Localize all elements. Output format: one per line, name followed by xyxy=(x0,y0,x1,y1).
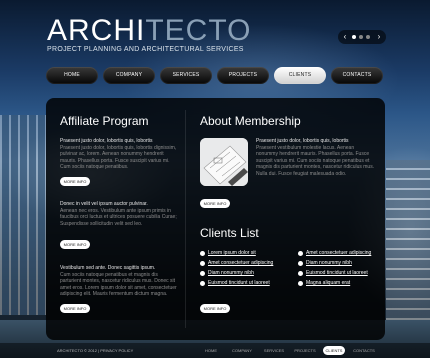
footer-nav-contacts[interactable]: CONTACTS xyxy=(350,346,378,355)
client-link[interactable]: Magna aliquam erat xyxy=(306,280,350,287)
affiliate-block-1: Praesent justo dolor, lobortis quis, lob… xyxy=(60,138,178,171)
affiliate-block-2: Donec in velit vel ipsum auctor pulvinar… xyxy=(60,201,178,227)
bullet-icon xyxy=(200,261,205,266)
client-link[interactable]: Euismod tincidunt ut laoreet xyxy=(306,270,368,277)
nav-item-clients[interactable]: CLIENTS xyxy=(274,67,326,84)
column-divider xyxy=(185,110,186,328)
bullet-icon xyxy=(200,251,205,256)
affiliate-title: Affiliate Program xyxy=(60,114,149,128)
slider-next-arrow-icon[interactable]: › xyxy=(374,30,384,44)
blueprint-thumbnail xyxy=(200,138,248,186)
nav-item-company[interactable]: COMPANY xyxy=(103,67,155,84)
footer-nav-company[interactable]: COMPANY xyxy=(228,346,256,355)
logo-part1: ARCHI xyxy=(47,14,146,47)
footer-copyright[interactable]: ARCHITECTO © 2012 | PRIVACY POLICY xyxy=(57,343,133,358)
affiliate-block-2-lead: Donec in velit vel ipsum auctor pulvinar… xyxy=(60,201,148,207)
building-left-image xyxy=(0,115,46,315)
bullet-icon xyxy=(298,261,303,266)
client-link[interactable]: Diam nonummy nibh xyxy=(208,270,254,277)
affiliate-block-1-lead: Praesent justo dolor, lobortis quis, lob… xyxy=(60,138,153,144)
bullet-icon xyxy=(200,271,205,276)
client-link[interactable]: Diam nonummy nibh xyxy=(306,260,352,267)
clients-more-button[interactable]: MORE INFO xyxy=(200,304,230,313)
logo[interactable]: ARCHITECTO xyxy=(47,16,251,46)
membership-body: Praesent vestibulum molestie lacus. Aene… xyxy=(256,144,375,177)
clients-title: Clients List xyxy=(200,226,259,240)
slider-dot[interactable] xyxy=(366,35,370,39)
bullet-icon xyxy=(298,281,303,286)
affiliate-more-button-3[interactable]: MORE INFO xyxy=(60,304,90,313)
slider-prev-arrow-icon[interactable]: ‹ xyxy=(340,30,350,44)
footer-nav-clients[interactable]: CLIENTS xyxy=(323,346,345,355)
nav-item-services[interactable]: SERVICES xyxy=(160,67,212,84)
footer: ARCHITECTO © 2012 | PRIVACY POLICY HOME … xyxy=(0,343,430,358)
bullet-icon xyxy=(298,251,303,256)
client-link[interactable]: Euismod tincidunt ut laoreet xyxy=(208,280,270,287)
nav-item-home[interactable]: HOME xyxy=(46,67,98,84)
affiliate-more-button-1[interactable]: MORE INFO xyxy=(60,177,90,186)
tagline: PROJECT PLANNING AND ARCHITECTURAL SERVI… xyxy=(47,46,244,53)
building-right-image xyxy=(386,160,430,330)
client-link[interactable]: Amet consectetuer adipiscing xyxy=(306,250,371,257)
membership-lead: Praesent justo dolor, lobortis quis, lob… xyxy=(256,138,349,144)
bullet-icon xyxy=(200,281,205,286)
affiliate-block-3-lead: Vestibulum sed ante. Donec sagittis ipsu… xyxy=(60,265,156,271)
footer-nav-home[interactable]: HOME xyxy=(200,346,222,355)
client-link[interactable]: Lorem ipsum dolor sit xyxy=(208,250,256,257)
blueprint-image xyxy=(200,138,248,186)
affiliate-block-2-body: Aenean nec eros. Vestibulum ante ipsum p… xyxy=(60,207,177,227)
affiliate-block-3-body: Cum sociis natoque penatibus et magnis d… xyxy=(60,271,177,298)
affiliate-more-button-2[interactable]: MORE INFO xyxy=(60,240,90,249)
slider-dot[interactable] xyxy=(352,35,356,39)
affiliate-block-1-body: Praesent justo dolor, lobortis quis, lob… xyxy=(60,144,177,171)
client-link[interactable]: Amet consectetuer adipiscing xyxy=(208,260,273,267)
affiliate-block-3: Vestibulum sed ante. Donec sagittis ipsu… xyxy=(60,265,178,298)
footer-nav-projects[interactable]: PROJECTS xyxy=(292,346,318,355)
footer-nav-services[interactable]: SERVICES xyxy=(261,346,287,355)
membership-text: Praesent justo dolor, lobortis quis, lob… xyxy=(256,138,376,178)
slider-control: ‹ › xyxy=(338,30,386,44)
logo-part2: TECTO xyxy=(145,14,252,47)
membership-title: About Membership xyxy=(200,114,301,128)
nav-item-contacts[interactable]: CONTACTS xyxy=(331,67,383,84)
membership-more-button[interactable]: MORE INFO xyxy=(200,199,230,208)
slider-dot[interactable] xyxy=(359,35,363,39)
bullet-icon xyxy=(298,271,303,276)
nav-item-projects[interactable]: PROJECTS xyxy=(217,67,269,84)
